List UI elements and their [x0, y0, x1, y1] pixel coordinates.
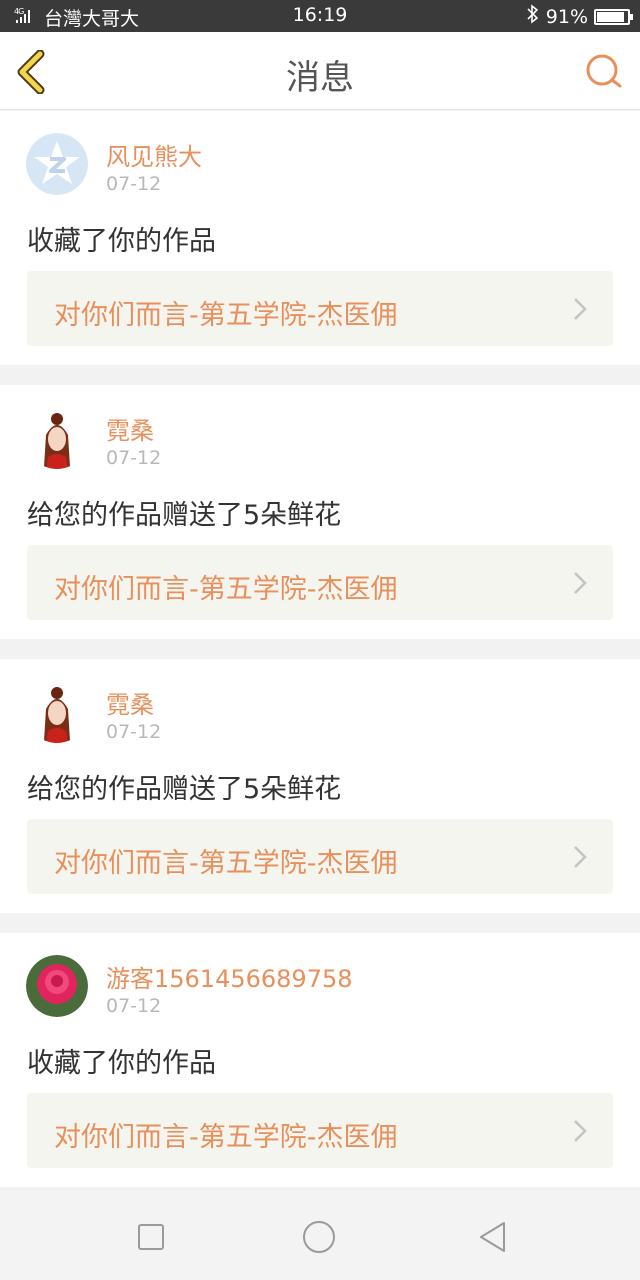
username[interactable]: 霓桑 [106, 411, 154, 446]
chevron-right-icon [574, 298, 587, 320]
message-date: 07-12 [106, 721, 162, 743]
work-link[interactable]: 对你们而言-第五学院-杰医佣 [27, 1093, 613, 1168]
chevron-right-icon [574, 1120, 587, 1142]
avatar[interactable] [26, 955, 88, 1017]
page-title: 消息 [286, 58, 354, 98]
message-card[interactable]: 游客1561456689758 07-12 收藏了你的作品 对你们而言-第五学院… [0, 933, 640, 1187]
battery-fill [597, 11, 625, 22]
message-date: 07-12 [106, 995, 162, 1017]
message-card[interactable]: 风见熊大 07-12 收藏了你的作品 对你们而言-第五学院-杰医佣 [0, 111, 640, 365]
bluetooth-icon [526, 4, 540, 29]
system-back-button[interactable] [476, 1220, 510, 1254]
chevron-right-icon [574, 572, 587, 594]
work-title: 对你们而言-第五学院-杰医佣 [54, 1122, 398, 1153]
message-card[interactable]: 霓桑 07-12 给您的作品赠送了5朵鲜花 对你们而言-第五学院-杰医佣 [0, 385, 640, 639]
home-button[interactable] [302, 1220, 336, 1254]
search-button[interactable] [584, 52, 624, 92]
username[interactable]: 霓桑 [106, 685, 154, 720]
message-action: 收藏了你的作品 [27, 226, 216, 257]
chevron-right-icon [574, 846, 587, 868]
work-title: 对你们而言-第五学院-杰医佣 [54, 848, 398, 879]
work-link[interactable]: 对你们而言-第五学院-杰医佣 [27, 545, 613, 620]
message-action: 收藏了你的作品 [27, 1048, 216, 1079]
status-right: 91% [526, 4, 633, 29]
search-icon [586, 54, 622, 88]
triangle-back-icon [480, 1222, 505, 1252]
avatar[interactable] [26, 681, 88, 743]
message-action: 给您的作品赠送了5朵鲜花 [27, 500, 342, 531]
work-link[interactable]: 对你们而言-第五学院-杰医佣 [27, 819, 613, 894]
avatar[interactable] [26, 407, 88, 469]
character-avatar-icon [26, 407, 88, 469]
default-avatar-icon [26, 133, 88, 195]
battery-percent: 91% [545, 5, 588, 28]
battery-icon [594, 8, 633, 25]
system-nav-bar [0, 1190, 640, 1280]
rose-avatar-icon [26, 955, 88, 1017]
username[interactable]: 游客1561456689758 [106, 959, 353, 994]
avatar[interactable] [26, 133, 88, 195]
work-title: 对你们而言-第五学院-杰医佣 [54, 300, 398, 331]
message-date: 07-12 [106, 173, 162, 195]
character-avatar-icon [26, 681, 88, 743]
square-recent-icon [138, 1224, 164, 1250]
recent-apps-button[interactable] [134, 1220, 168, 1254]
message-action: 给您的作品赠送了5朵鲜花 [27, 774, 342, 805]
message-list: 风见熊大 07-12 收藏了你的作品 对你们而言-第五学院-杰医佣 霓桑 07-… [0, 111, 640, 1207]
work-link[interactable]: 对你们而言-第五学院-杰医佣 [27, 271, 613, 346]
message-card[interactable]: 霓桑 07-12 给您的作品赠送了5朵鲜花 对你们而言-第五学院-杰医佣 [0, 659, 640, 913]
top-nav: 消息 [0, 32, 640, 110]
circle-home-icon [303, 1221, 335, 1253]
username[interactable]: 风见熊大 [106, 137, 202, 172]
message-date: 07-12 [106, 447, 162, 469]
work-title: 对你们而言-第五学院-杰医佣 [54, 574, 398, 605]
status-bar: 4G 台灣大哥大 16:19 91% [0, 0, 640, 32]
